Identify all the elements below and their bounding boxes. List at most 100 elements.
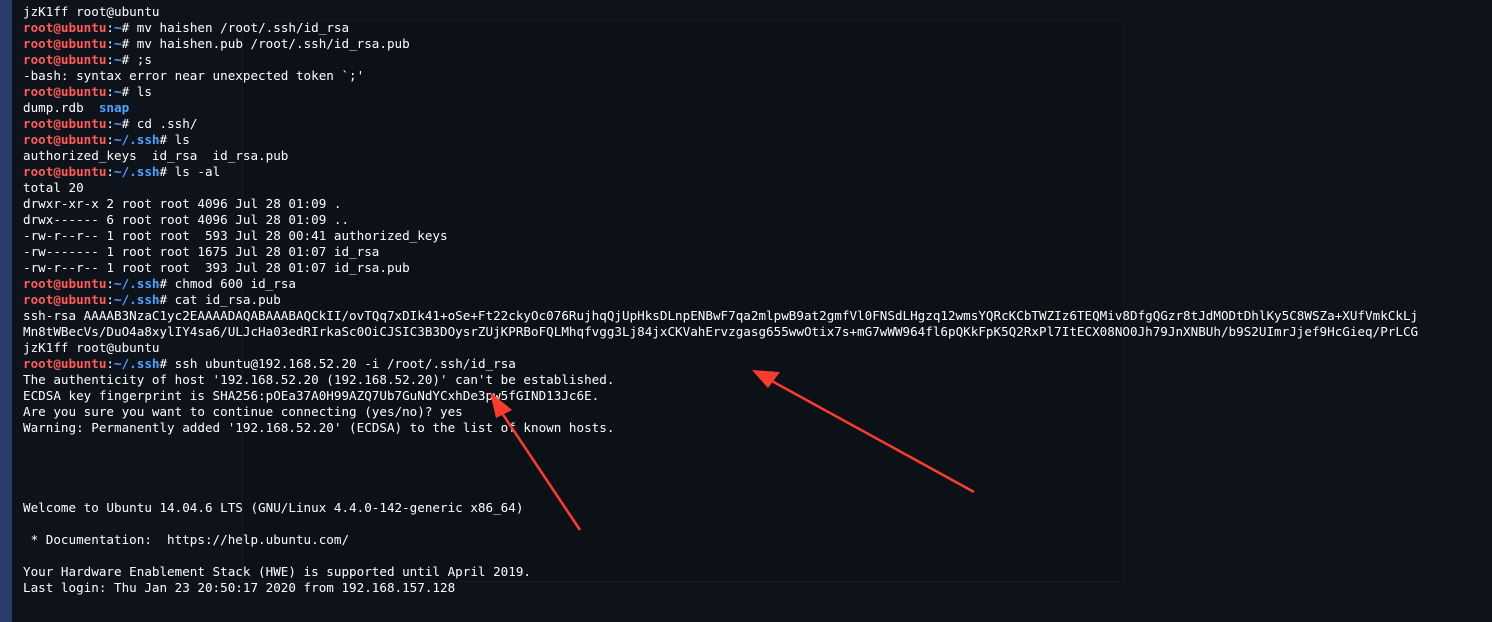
command-text: ls	[136, 84, 152, 99]
output-text: Mn8tWBecVs/DuO4a8xylIY4sa6/ULJcHa03edRIr…	[23, 324, 1419, 339]
prompt-sep: :	[106, 276, 114, 291]
output-text: jzK1ff root@ubuntu	[23, 4, 160, 19]
command-text: ;s	[136, 52, 152, 67]
prompt-sep: :	[106, 20, 114, 35]
prompt-path: ~/.ssh	[114, 276, 160, 291]
terminal-window[interactable]: jzK1ff root@ubuntu root@ubuntu:~# mv hais…	[12, 0, 1492, 622]
terminal-line: -rw------- 1 root root 1675 Jul 28 01:07…	[23, 244, 1492, 260]
prompt-user: root@ubuntu	[23, 20, 107, 35]
terminal-line: ECDSA key fingerprint is SHA256:pOEa37A0…	[23, 388, 1492, 404]
prompt-user: root@ubuntu	[23, 356, 107, 371]
terminal-line: drwxr-xr-x 2 root root 4096 Jul 28 01:09…	[23, 196, 1492, 212]
terminal-line: authorized_keys id_rsa id_rsa.pub	[23, 148, 1492, 164]
terminal-line: root@ubuntu:~/.ssh# ls -al	[23, 164, 1492, 180]
prompt-end: #	[159, 276, 175, 291]
prompt-end: #	[121, 52, 137, 67]
prompt-user: root@ubuntu	[23, 36, 107, 51]
prompt-sep: :	[106, 36, 114, 51]
prompt-path: ~/.ssh	[114, 356, 160, 371]
prompt-user: root@ubuntu	[23, 52, 107, 67]
terminal-line: root@ubuntu:~# ;s	[23, 52, 1492, 68]
output-text: total 20	[23, 180, 84, 195]
prompt-sep: :	[106, 116, 114, 131]
terminal-line: Your Hardware Enablement Stack (HWE) is …	[23, 564, 1492, 580]
prompt-sep: :	[106, 84, 114, 99]
terminal-line: jzK1ff root@ubuntu	[23, 4, 1492, 20]
terminal-line: -rw-r--r-- 1 root root 593 Jul 28 00:41 …	[23, 228, 1492, 244]
output-text: jzK1ff root@ubuntu	[23, 340, 160, 355]
command-text: ssh ubuntu@192.168.52.20 -i /root/.ssh/i…	[174, 356, 516, 371]
prompt-sep: :	[106, 356, 114, 371]
command-text: mv haishen.pub /root/.ssh/id_rsa.pub	[136, 36, 410, 51]
output-text: authorized_keys id_rsa id_rsa.pub	[23, 148, 289, 163]
terminal-line: Warning: Permanently added '192.168.52.2…	[23, 420, 1492, 436]
output-text: * Documentation: https://help.ubuntu.com…	[23, 532, 350, 547]
terminal-line: root@ubuntu:~/.ssh# ssh ubuntu@192.168.5…	[23, 356, 1492, 372]
output-text: Welcome to Ubuntu 14.04.6 LTS (GNU/Linux…	[23, 500, 524, 515]
prompt-end: #	[121, 116, 137, 131]
terminal-line: total 20	[23, 180, 1492, 196]
command-text: cat id_rsa.pub	[174, 292, 281, 307]
terminal-line: root@ubuntu:~/.ssh# cat id_rsa.pub	[23, 292, 1492, 308]
prompt-user: root@ubuntu	[23, 276, 107, 291]
command-text: cd .ssh/	[136, 116, 198, 131]
terminal-line: Welcome to Ubuntu 14.04.6 LTS (GNU/Linux…	[23, 500, 1492, 516]
command-text: mv haishen /root/.ssh/id_rsa	[136, 20, 350, 35]
terminal-line: root@ubuntu:~# mv haishen /root/.ssh/id_…	[23, 20, 1492, 36]
command-text: ls	[174, 132, 190, 147]
prompt-path: ~	[114, 84, 122, 99]
prompt-path: ~/.ssh	[114, 164, 160, 179]
prompt-end: #	[159, 356, 175, 371]
terminal-line: Mn8tWBecVs/DuO4a8xylIY4sa6/ULJcHa03edRIr…	[23, 324, 1492, 340]
prompt-sep: :	[106, 132, 114, 147]
prompt-end: #	[159, 292, 175, 307]
terminal-line: root@ubuntu:~# ls	[23, 84, 1492, 100]
prompt-sep: :	[106, 292, 114, 307]
output-text: -rw------- 1 root root 1675 Jul 28 01:07…	[23, 244, 380, 259]
output-text: Last login: Thu Jan 23 20:50:17 2020 fro…	[23, 580, 456, 595]
terminal-line: ssh-rsa AAAAB3NzaC1yc2EAAAADAQABAAABAQCk…	[23, 308, 1492, 324]
prompt-path: ~/.ssh	[114, 292, 160, 307]
prompt-end: #	[121, 20, 137, 35]
output-text: ECDSA key fingerprint is SHA256:pOEa37A0…	[23, 388, 600, 403]
prompt-path: ~	[114, 20, 122, 35]
output-text: Your Hardware Enablement Stack (HWE) is …	[23, 564, 531, 579]
output-text: -bash: syntax error near unexpected toke…	[23, 68, 365, 83]
prompt-path: ~	[114, 116, 122, 131]
terminal-output: jzK1ff root@ubuntu root@ubuntu:~# mv hais…	[23, 4, 1492, 596]
prompt-sep: :	[106, 52, 114, 67]
terminal-line: root@ubuntu:~# cd .ssh/	[23, 116, 1492, 132]
terminal-line: -rw-r--r-- 1 root root 393 Jul 28 01:07 …	[23, 260, 1492, 276]
prompt-end: #	[159, 164, 175, 179]
prompt-end: #	[121, 84, 137, 99]
ls-item: dump.rdb	[23, 100, 84, 115]
terminal-line: dump.rdb snap	[23, 100, 1492, 116]
terminal-line: Last login: Thu Jan 23 20:50:17 2020 fro…	[23, 580, 1492, 596]
left-panel-strip	[0, 0, 12, 622]
prompt-path: ~/.ssh	[114, 132, 160, 147]
output-text: Warning: Permanently added '192.168.52.2…	[23, 420, 615, 435]
command-text: ls -al	[174, 164, 221, 179]
terminal-line: -bash: syntax error near unexpected toke…	[23, 68, 1492, 84]
prompt-user: root@ubuntu	[23, 292, 107, 307]
ls-item-dir: snap	[98, 100, 130, 115]
desktop-background: jzK1ff root@ubuntu root@ubuntu:~# mv hais…	[0, 0, 1492, 622]
output-text: -rw-r--r-- 1 root root 393 Jul 28 01:07 …	[23, 260, 410, 275]
terminal-line: drwx------ 6 root root 4096 Jul 28 01:09…	[23, 212, 1492, 228]
prompt-user: root@ubuntu	[23, 84, 107, 99]
prompt-end: #	[121, 36, 137, 51]
terminal-line: jzK1ff root@ubuntu	[23, 340, 1492, 356]
prompt-sep: :	[106, 164, 114, 179]
prompt-user: root@ubuntu	[23, 164, 107, 179]
ls-gap	[84, 100, 99, 115]
command-text: chmod 600 id_rsa	[174, 276, 296, 291]
terminal-line: root@ubuntu:~# mv haishen.pub /root/.ssh…	[23, 36, 1492, 52]
terminal-line: root@ubuntu:~/.ssh# chmod 600 id_rsa	[23, 276, 1492, 292]
output-text: The authenticity of host '192.168.52.20 …	[23, 372, 615, 387]
terminal-line: * Documentation: https://help.ubuntu.com…	[23, 532, 1492, 548]
